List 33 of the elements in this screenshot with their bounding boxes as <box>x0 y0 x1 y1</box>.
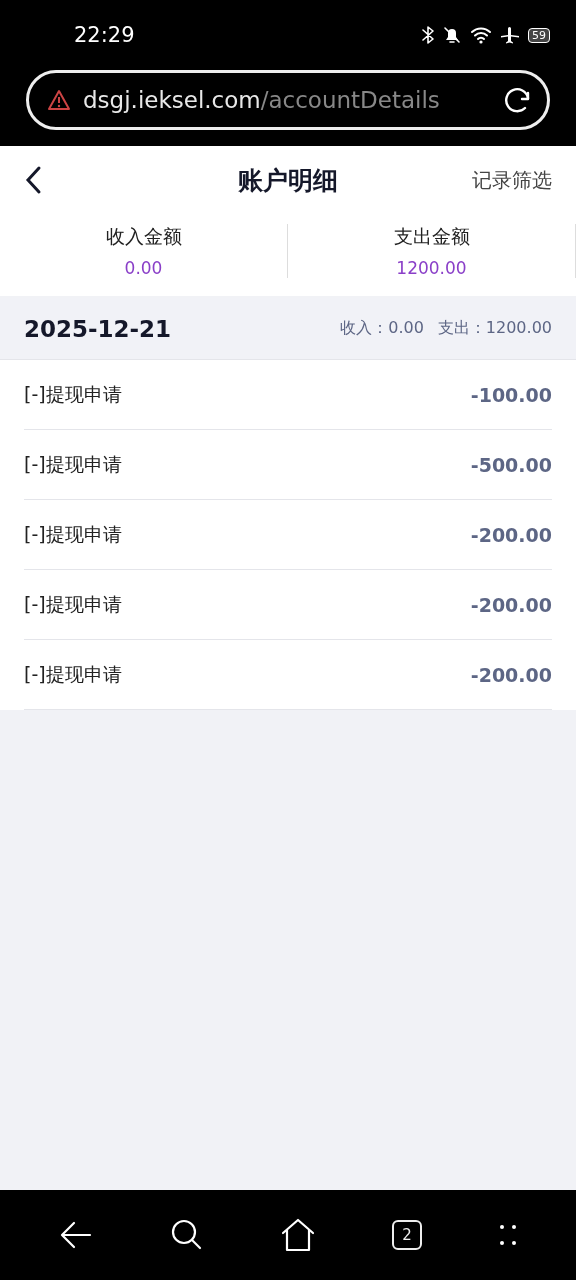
warning-icon <box>47 89 71 111</box>
record-title: [-]提现申请 <box>24 661 122 687</box>
bell-muted-icon <box>442 25 462 45</box>
bluetooth-icon <box>422 25 434 45</box>
record-amount: -200.00 <box>470 663 552 686</box>
record-amount: -200.00 <box>470 523 552 546</box>
airplane-icon <box>500 25 520 45</box>
record-title: [-]提现申请 <box>24 381 122 407</box>
record-amount: -500.00 <box>470 453 552 476</box>
record-amount: -100.00 <box>470 383 552 406</box>
record-title: [-]提现申请 <box>24 591 122 617</box>
url-text: dsgj.ieksel.com/accountDetails <box>83 87 441 113</box>
summary-amount: 0.00 <box>124 258 163 278</box>
date-text: 2025-12-21 <box>24 315 172 342</box>
home-icon[interactable] <box>280 1217 316 1253</box>
more-icon[interactable] <box>498 1223 518 1247</box>
battery-level: 59 <box>528 27 550 43</box>
filter-button[interactable]: 记录筛选 <box>472 166 552 194</box>
income-total: 收入：0.00 <box>340 318 424 339</box>
status-time: 22:29 <box>74 23 135 47</box>
expense-total: 支出：1200.00 <box>437 318 552 339</box>
summary-label: 收入金额 <box>105 224 182 249</box>
search-icon[interactable] <box>170 1218 204 1252</box>
wifi-icon <box>470 25 492 45</box>
summary-label: 支出金额 <box>393 224 470 249</box>
record-amount: -200.00 <box>470 593 552 616</box>
summary-amount: 1200.00 <box>396 258 467 278</box>
page-title: 账户明细 <box>238 164 338 197</box>
address-bar[interactable]: dsgj.ieksel.com/accountDetails <box>26 70 550 130</box>
record-title: [-]提现申请 <box>24 521 122 547</box>
record-title: [-]提现申请 <box>24 451 122 477</box>
back-button[interactable] <box>24 165 42 195</box>
tabs-button[interactable]: 2 <box>392 1220 422 1250</box>
